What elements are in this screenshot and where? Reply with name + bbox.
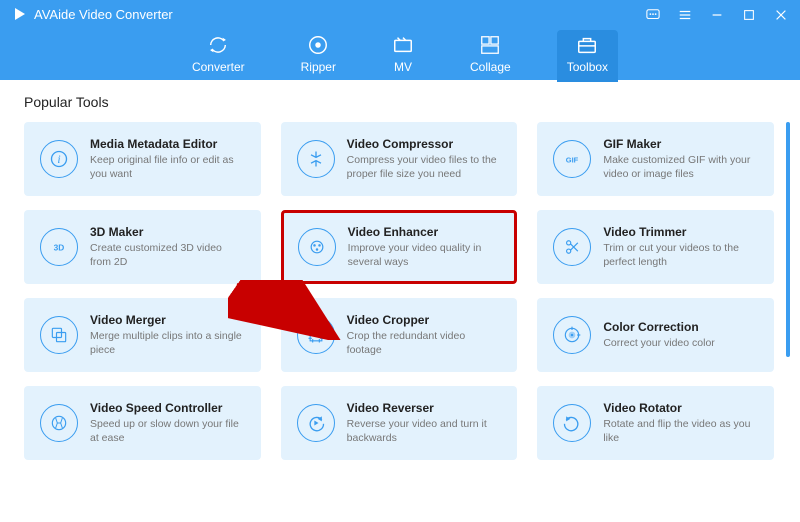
- tool-desc: Compress your video files to the proper …: [347, 153, 502, 181]
- close-button[interactable]: [770, 4, 792, 26]
- tool-icon: [553, 316, 591, 354]
- collage-icon: [479, 34, 501, 56]
- ripper-icon: [307, 34, 329, 56]
- tool-title: Video Merger: [90, 313, 245, 327]
- app-title: AVAide Video Converter: [34, 7, 173, 22]
- tool-desc: Keep original file info or edit as you w…: [90, 153, 245, 181]
- tool-title: 3D Maker: [90, 225, 245, 239]
- scrollbar-thumb[interactable]: [786, 122, 790, 357]
- tab-label: Toolbox: [567, 60, 608, 74]
- window-controls: [642, 4, 792, 26]
- tool-card-video-merger[interactable]: Video Merger Merge multiple clips into a…: [24, 298, 261, 372]
- tool-text: Video Cropper Crop the redundant video f…: [347, 313, 502, 357]
- tool-icon: [298, 228, 336, 266]
- tool-text: Video Enhancer Improve your video qualit…: [348, 225, 501, 269]
- tab-label: MV: [394, 60, 412, 74]
- tool-icon: [297, 404, 335, 442]
- tool-card-video-reverser[interactable]: Video Reverser Reverse your video and tu…: [281, 386, 518, 460]
- tool-text: Video Merger Merge multiple clips into a…: [90, 313, 245, 357]
- tool-desc: Make customized GIF with your video or i…: [603, 153, 758, 181]
- tool-desc: Reverse your video and turn it backwards: [347, 417, 502, 445]
- tab-mv[interactable]: MV: [382, 30, 424, 82]
- tool-title: Video Compressor: [347, 137, 502, 151]
- svg-text:i: i: [57, 153, 60, 166]
- tool-title: Color Correction: [603, 320, 758, 334]
- tool-desc: Improve your video quality in several wa…: [348, 241, 501, 269]
- tool-desc: Trim or cut your videos to the perfect l…: [603, 241, 758, 269]
- scrollbar[interactable]: [786, 122, 790, 514]
- tool-title: Media Metadata Editor: [90, 137, 245, 151]
- tool-card-color-correction[interactable]: Color Correction Correct your video colo…: [537, 298, 774, 372]
- tool-card-video-cropper[interactable]: Video Cropper Crop the redundant video f…: [281, 298, 518, 372]
- tool-card-media-metadata-editor[interactable]: i Media Metadata Editor Keep original fi…: [24, 122, 261, 196]
- app-logo-icon: [12, 6, 28, 22]
- tab-converter[interactable]: Converter: [182, 30, 255, 82]
- tool-text: 3D Maker Create customized 3D video from…: [90, 225, 245, 269]
- tool-text: Video Reverser Reverse your video and tu…: [347, 401, 502, 445]
- tool-icon: [297, 140, 335, 178]
- converter-icon: [207, 34, 229, 56]
- tool-text: Color Correction Correct your video colo…: [603, 320, 758, 350]
- tool-icon: [40, 404, 78, 442]
- svg-text:3D: 3D: [54, 243, 65, 253]
- app-window: AVAide Video Converter: [0, 0, 800, 522]
- tool-title: Video Rotator: [603, 401, 758, 415]
- tool-icon: 3D: [40, 228, 78, 266]
- maximize-button[interactable]: [738, 4, 760, 26]
- tool-text: GIF Maker Make customized GIF with your …: [603, 137, 758, 181]
- tab-ripper[interactable]: Ripper: [291, 30, 346, 82]
- tool-card-video-rotator[interactable]: Video Rotator Rotate and flip the video …: [537, 386, 774, 460]
- content-area: Popular Tools i Media Metadata Editor Ke…: [0, 80, 800, 522]
- section-title: Popular Tools: [24, 94, 776, 110]
- tool-desc: Create customized 3D video from 2D: [90, 241, 245, 269]
- tab-toolbox[interactable]: Toolbox: [557, 30, 618, 82]
- tool-title: Video Reverser: [347, 401, 502, 415]
- tab-label: Ripper: [301, 60, 336, 74]
- tool-icon: [553, 228, 591, 266]
- tool-card-video-speed-controller[interactable]: Video Speed Controller Speed up or slow …: [24, 386, 261, 460]
- tool-card-video-enhancer[interactable]: Video Enhancer Improve your video qualit…: [281, 210, 518, 284]
- tool-desc: Speed up or slow down your file at ease: [90, 417, 245, 445]
- feedback-icon[interactable]: [642, 4, 664, 26]
- tools-scroll: i Media Metadata Editor Keep original fi…: [24, 122, 790, 514]
- tab-label: Collage: [470, 60, 511, 74]
- tool-card-3d-maker[interactable]: 3D 3D Maker Create customized 3D video f…: [24, 210, 261, 284]
- tool-icon: [40, 316, 78, 354]
- mv-icon: [392, 34, 414, 56]
- tab-label: Converter: [192, 60, 245, 74]
- tool-card-gif-maker[interactable]: GIF GIF Maker Make customized GIF with y…: [537, 122, 774, 196]
- tool-desc: Crop the redundant video footage: [347, 329, 502, 357]
- tool-desc: Correct your video color: [603, 336, 758, 350]
- tool-card-video-trimmer[interactable]: Video Trimmer Trim or cut your videos to…: [537, 210, 774, 284]
- tool-title: Video Enhancer: [348, 225, 501, 239]
- tool-card-video-compressor[interactable]: Video Compressor Compress your video fil…: [281, 122, 518, 196]
- svg-text:GIF: GIF: [566, 155, 579, 164]
- tool-icon: [297, 316, 335, 354]
- tool-text: Video Rotator Rotate and flip the video …: [603, 401, 758, 445]
- tool-title: Video Trimmer: [603, 225, 758, 239]
- tool-icon: GIF: [553, 140, 591, 178]
- minimize-button[interactable]: [706, 4, 728, 26]
- tool-title: GIF Maker: [603, 137, 758, 151]
- tool-title: Video Cropper: [347, 313, 502, 327]
- tools-grid: i Media Metadata Editor Keep original fi…: [24, 122, 790, 460]
- toolbox-icon: [576, 34, 598, 56]
- menu-icon[interactable]: [674, 4, 696, 26]
- tool-text: Media Metadata Editor Keep original file…: [90, 137, 245, 181]
- tool-text: Video Speed Controller Speed up or slow …: [90, 401, 245, 445]
- tool-text: Video Trimmer Trim or cut your videos to…: [603, 225, 758, 269]
- main-tabs: Converter Ripper MV Collage: [0, 30, 800, 82]
- tool-icon: i: [40, 140, 78, 178]
- tool-icon: [553, 404, 591, 442]
- tool-desc: Rotate and flip the video as you like: [603, 417, 758, 445]
- tool-desc: Merge multiple clips into a single piece: [90, 329, 245, 357]
- titlebar: AVAide Video Converter: [0, 0, 800, 80]
- tab-collage[interactable]: Collage: [460, 30, 521, 82]
- tool-text: Video Compressor Compress your video fil…: [347, 137, 502, 181]
- tool-title: Video Speed Controller: [90, 401, 245, 415]
